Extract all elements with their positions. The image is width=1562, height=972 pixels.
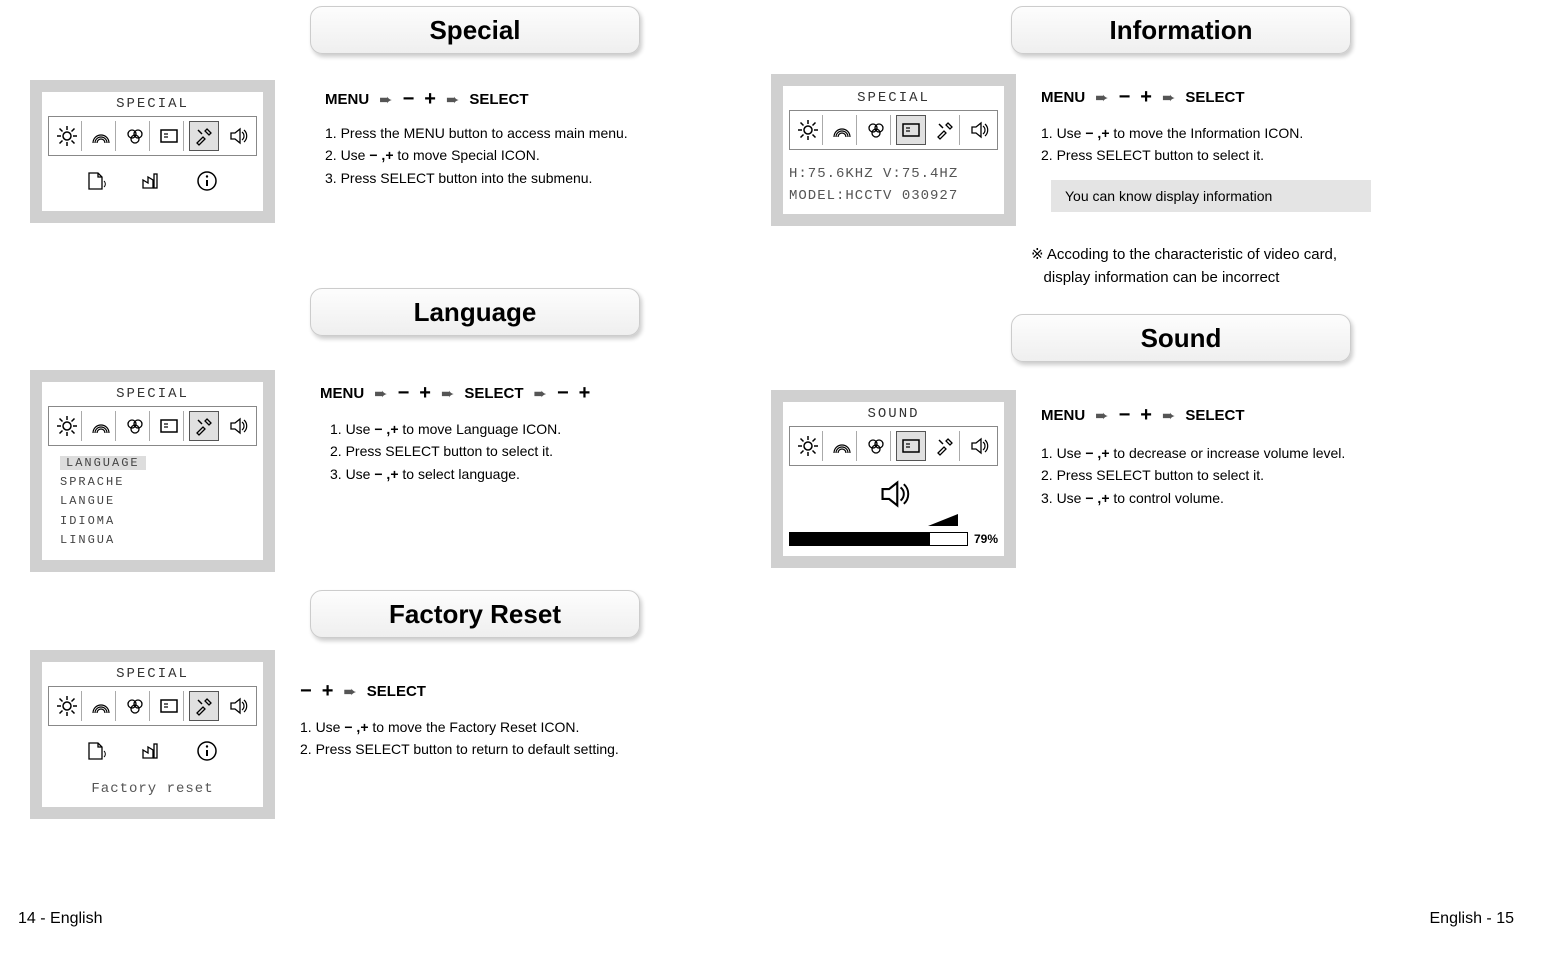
nav-factory: − + ➨ SELECT (300, 680, 426, 703)
instr-language: 1. Use − ,+ to move Language ICON. 2. Pr… (330, 418, 561, 485)
speaker-icon (965, 115, 993, 145)
nav-language: MENU ➨ − + ➨ SELECT ➨ − + (320, 382, 590, 405)
instr-special: 1. Press the MENU button to access main … (325, 122, 628, 189)
color-icon (121, 411, 150, 441)
brightness-icon (53, 121, 82, 151)
osd-factory: SPECIAL Factory reset (30, 650, 275, 819)
osd-information: SPECIAL H:75.6KHZ V:75.4HZ MODEL:HCCTV 0… (771, 74, 1016, 226)
osd-sound: SOUND 79% (771, 390, 1016, 568)
screen-icon (155, 411, 184, 441)
volume-wedge-icon (789, 514, 998, 526)
color-icon (121, 121, 150, 151)
nav-information: MENU ➨ − + ➨ SELECT (1041, 86, 1245, 109)
doc-icon (84, 740, 110, 771)
title-factory: Factory Reset (310, 590, 640, 638)
doc-icon (84, 170, 110, 201)
speaker-icon (224, 691, 252, 721)
color-icon (121, 691, 150, 721)
factory-icon (140, 170, 166, 201)
instr-information: 1. Use − ,+ to move the Information ICON… (1041, 122, 1303, 167)
tools-icon (189, 121, 219, 151)
speaker-icon (224, 121, 252, 151)
rainbow-icon (828, 431, 857, 461)
info-icon (196, 170, 222, 201)
brightness-icon (794, 431, 823, 461)
color-icon (862, 431, 891, 461)
lang-list: LANGUAGE SPRACHE LANGUE IDIOMA LINGUA (48, 454, 257, 550)
brightness-icon (53, 691, 82, 721)
page-left-num: 14 - English (18, 910, 103, 928)
nav-sound: MENU ➨ − + ➨ SELECT (1041, 404, 1245, 427)
title-special: Special (310, 6, 640, 54)
nav-special: MENU ➨ − + ➨ SELECT (325, 88, 529, 111)
tools-icon (931, 431, 960, 461)
title-sound: Sound (1011, 314, 1351, 362)
instr-sound: 1. Use − ,+ to decrease or increase volu… (1041, 442, 1345, 509)
brightness-icon (53, 411, 82, 441)
speaker-large-icon (789, 476, 998, 512)
speaker-icon (224, 411, 252, 441)
tools-icon (931, 115, 960, 145)
tools-icon (189, 691, 219, 721)
color-icon (862, 115, 891, 145)
factory-icon (140, 740, 166, 771)
rainbow-icon (87, 411, 116, 441)
page-right-num: English - 15 (1430, 910, 1515, 928)
volume-bar (789, 532, 968, 546)
instr-factory: 1. Use − ,+ to move the Factory Reset IC… (300, 716, 619, 761)
osd-language: SPECIAL LANGUAGE SPRACHE LANGUE IDIOMA L… (30, 370, 275, 572)
title-information: Information (1011, 6, 1351, 54)
screen-icon (896, 431, 926, 461)
tools-icon (189, 411, 219, 441)
screen-icon (155, 691, 184, 721)
screen-icon (155, 121, 184, 151)
info-icon (196, 740, 222, 771)
osd-special: SPECIAL (30, 80, 275, 223)
info-note: You can know display information (1051, 180, 1371, 212)
screen-icon (896, 115, 926, 145)
info-footnote: ※ Accoding to the characteristic of vide… (1031, 244, 1451, 289)
speaker-icon (965, 431, 993, 461)
title-language: Language (310, 288, 640, 336)
volume-pct: 79% (974, 532, 998, 546)
rainbow-icon (87, 121, 116, 151)
rainbow-icon (828, 115, 857, 145)
rainbow-icon (87, 691, 116, 721)
brightness-icon (794, 115, 823, 145)
